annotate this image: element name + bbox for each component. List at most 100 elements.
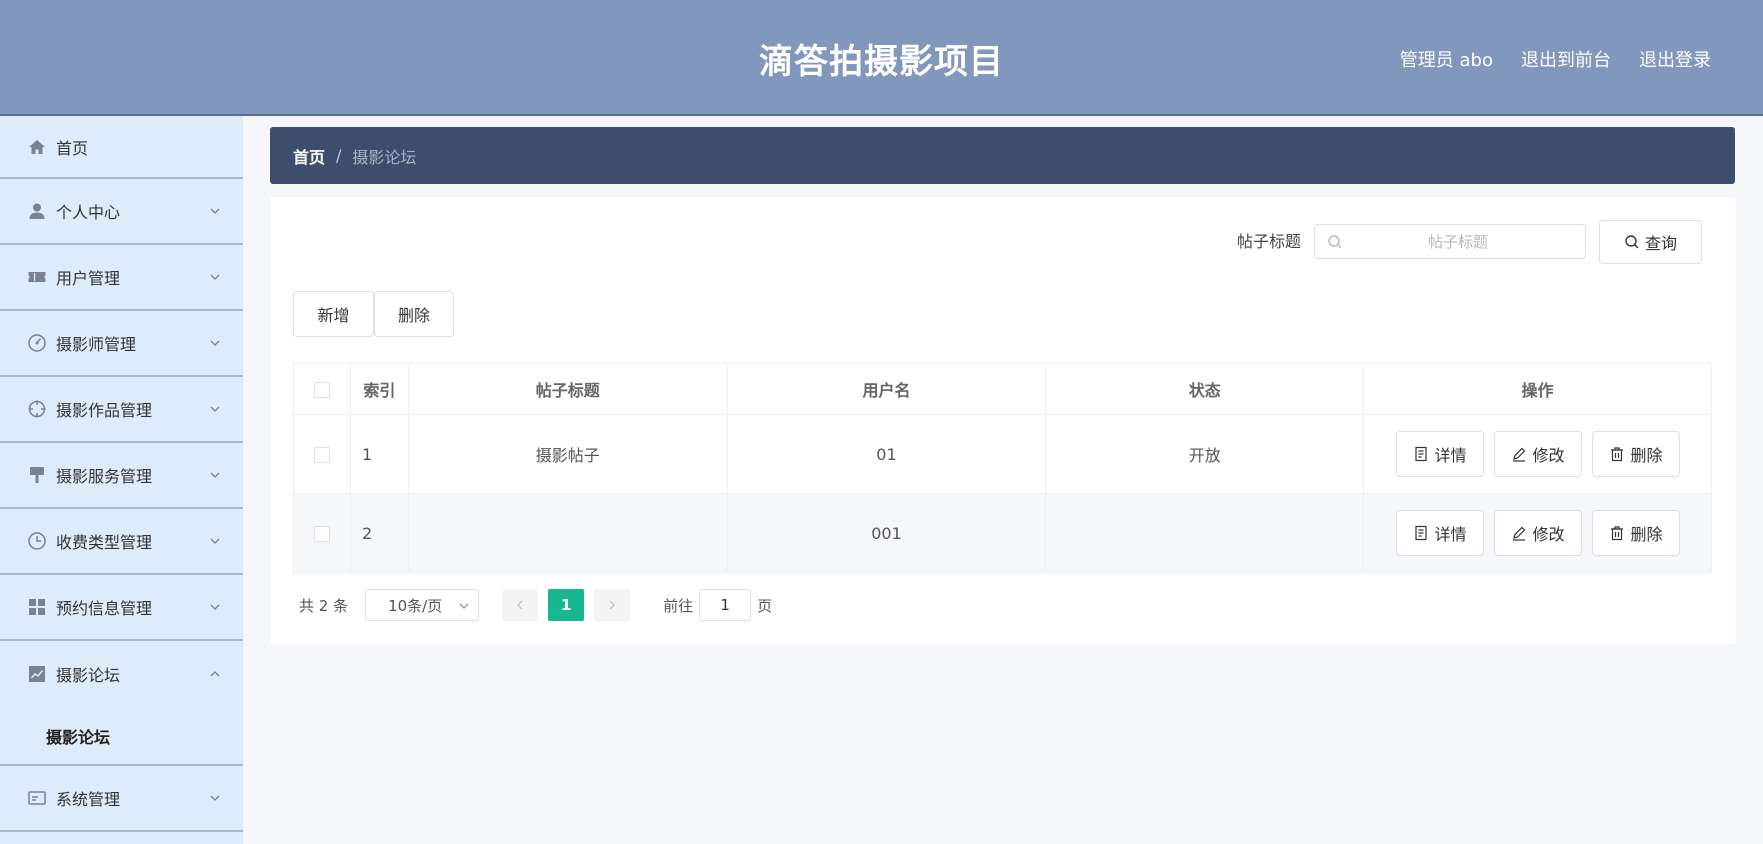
sidebar-item-system-management[interactable]: 系统管理 <box>0 766 243 832</box>
sidebar-item-home[interactable]: 首页 <box>0 116 243 179</box>
search-box <box>1314 224 1586 259</box>
main-panel: 帖子标题 查询 新增 删除 索引 帖子标题 用户名 状态 操作 1 <box>270 197 1735 644</box>
crosshair-icon <box>26 398 48 420</box>
row-index: 2 <box>349 493 409 573</box>
page-number-button[interactable]: 1 <box>548 589 585 621</box>
clock-icon <box>26 530 48 552</box>
exit-to-front-link[interactable]: 退出到前台 <box>1521 46 1611 72</box>
edit-icon <box>1512 526 1525 541</box>
delete-button[interactable]: 删除 <box>1591 431 1680 477</box>
trash-icon <box>1610 447 1623 462</box>
trash-icon <box>1610 526 1623 541</box>
query-button[interactable]: 查询 <box>1599 220 1702 264</box>
column-header-index: 索引 <box>349 363 409 415</box>
card-icon <box>26 787 48 809</box>
row-username: 001 <box>726 493 1047 573</box>
table-row: 1 摄影帖子 01 开放 详情 修改 删除 <box>293 414 1712 494</box>
detail-button[interactable]: 详情 <box>1395 431 1484 477</box>
chevron-left-icon <box>517 600 523 610</box>
row-title <box>407 493 728 573</box>
sidebar-item-label: 摄影师管理 <box>56 335 137 354</box>
sidebar-item-works-management[interactable]: 摄影作品管理 <box>0 377 243 443</box>
sidebar-item-fee-type-management[interactable]: 收费类型管理 <box>0 509 243 575</box>
chart-icon <box>26 663 48 685</box>
row-actions: 详情 修改 删除 <box>1363 493 1712 573</box>
query-button-label: 查询 <box>1644 234 1677 253</box>
delete-button-label: 删除 <box>1630 446 1663 465</box>
sidebar-item-booking-management[interactable]: 预约信息管理 <box>0 575 243 641</box>
document-icon <box>1414 446 1427 462</box>
edit-button[interactable]: 修改 <box>1493 510 1582 556</box>
sidebar-subitem-forum[interactable]: 摄影论坛 <box>0 707 243 766</box>
sidebar-item-photographer-management[interactable]: 摄影师管理 <box>0 311 243 377</box>
search-icon <box>1625 235 1639 249</box>
row-select-cell <box>293 414 351 494</box>
sidebar-item-personal-center[interactable]: 个人中心 <box>0 179 243 245</box>
post-title-search-input[interactable] <box>1343 232 1573 251</box>
chevron-down-icon <box>210 472 220 478</box>
sidebar-item-label: 系统管理 <box>56 790 121 809</box>
next-page-button[interactable] <box>594 589 631 621</box>
row-index: 1 <box>349 414 409 494</box>
sidebar-item-label: 用户管理 <box>56 269 121 288</box>
page-size-value: 10条/页 <box>388 596 443 615</box>
sidebar-item-label: 个人中心 <box>56 203 121 222</box>
detail-button[interactable]: 详情 <box>1395 510 1484 556</box>
breadcrumb: 首页 / 摄影论坛 <box>270 127 1735 184</box>
search-label: 帖子标题 <box>1237 232 1302 251</box>
admin-user-label[interactable]: 管理员 abo <box>1400 46 1493 72</box>
row-checkbox[interactable] <box>313 447 330 463</box>
detail-button-label: 详情 <box>1434 525 1467 544</box>
batch-delete-button[interactable]: 删除 <box>374 291 454 337</box>
chevron-down-icon <box>459 603 469 609</box>
row-status: 开放 <box>1045 414 1365 494</box>
delete-button-label: 删除 <box>1630 525 1663 544</box>
user-icon <box>26 200 48 222</box>
forum-table: 索引 帖子标题 用户名 状态 操作 1 摄影帖子 01 开放 详情 修改 删除 … <box>293 363 1712 573</box>
select-all-cell <box>293 363 351 415</box>
chevron-down-icon <box>210 604 220 610</box>
column-header-actions: 操作 <box>1363 363 1712 415</box>
search-icon <box>1328 234 1342 248</box>
sidebar-item-label: 摄影作品管理 <box>56 401 153 420</box>
ticket-icon <box>26 266 48 288</box>
select-all-checkbox[interactable] <box>313 382 330 398</box>
sidebar: 首页 个人中心 用户管理 摄影师管理 摄影作品管理 摄影服务管理 收费类型管理 … <box>0 116 243 844</box>
edit-button-label: 修改 <box>1532 446 1565 465</box>
chevron-down-icon <box>210 538 220 544</box>
pagination: 共 2 条 10条/页 1 前往 页 <box>299 589 772 621</box>
row-status <box>1045 493 1365 573</box>
row-title: 摄影帖子 <box>407 414 728 494</box>
sidebar-item-forum[interactable]: 摄影论坛 <box>0 641 243 707</box>
breadcrumb-separator: / <box>336 146 342 165</box>
top-header: 滴答拍摄影项目 管理员 abo 退出到前台 退出登录 <box>0 0 1763 116</box>
column-header-title: 帖子标题 <box>407 363 728 415</box>
pagination-total: 共 2 条 <box>299 596 349 615</box>
chevron-down-icon <box>210 795 220 801</box>
row-actions: 详情 修改 删除 <box>1363 414 1712 494</box>
page-size-select[interactable]: 10条/页 <box>365 589 480 621</box>
edit-button[interactable]: 修改 <box>1493 431 1582 477</box>
sidebar-item-label: 收费类型管理 <box>56 533 153 552</box>
add-button[interactable]: 新增 <box>293 291 374 337</box>
logout-link[interactable]: 退出登录 <box>1639 46 1711 72</box>
chevron-down-icon <box>210 274 220 280</box>
chevron-down-icon <box>210 208 220 214</box>
sidebar-item-label: 预约信息管理 <box>56 599 153 618</box>
column-header-status: 状态 <box>1045 363 1365 415</box>
chevron-down-icon <box>210 406 220 412</box>
row-checkbox[interactable] <box>313 526 330 542</box>
document-icon <box>1414 525 1427 541</box>
goto-page-input[interactable] <box>699 589 752 621</box>
gauge-icon <box>26 332 48 354</box>
sidebar-item-label: 摄影服务管理 <box>56 467 153 486</box>
breadcrumb-home[interactable]: 首页 <box>293 144 325 168</box>
sidebar-item-label: 首页 <box>56 138 89 158</box>
detail-button-label: 详情 <box>1434 446 1467 465</box>
brush-icon <box>26 464 48 486</box>
delete-button[interactable]: 删除 <box>1591 510 1680 556</box>
edit-button-label: 修改 <box>1532 525 1565 544</box>
sidebar-item-user-management[interactable]: 用户管理 <box>0 245 243 311</box>
sidebar-item-service-management[interactable]: 摄影服务管理 <box>0 443 243 509</box>
prev-page-button[interactable] <box>502 589 539 621</box>
